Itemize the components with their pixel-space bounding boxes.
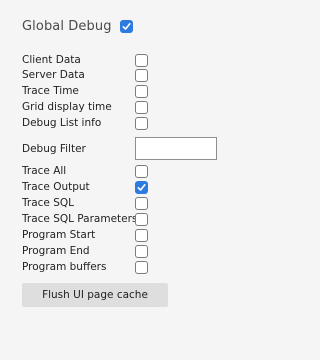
option-label: Trace Time (22, 85, 79, 97)
program-end-checkbox[interactable] (135, 244, 148, 258)
option-program-start: Program Start (22, 227, 148, 243)
flush-ui-page-cache-button[interactable]: Flush UI page cache (22, 283, 168, 307)
global-debug-checkbox[interactable] (119, 19, 133, 33)
option-trace-sql: Trace SQL (22, 195, 148, 211)
program-buffers-checkbox[interactable] (135, 260, 148, 274)
option-program-end: Program End (22, 243, 148, 259)
debug-filter-label: Debug Filter (22, 142, 86, 155)
trace-all-checkbox[interactable] (135, 164, 148, 178)
option-label: Trace SQL (22, 197, 74, 209)
option-label: Program Start (22, 229, 96, 241)
option-trace-output: Trace Output (22, 179, 148, 195)
option-label: Grid display time (22, 101, 112, 113)
checkmark-icon (122, 22, 131, 30)
program-start-checkbox[interactable] (135, 228, 148, 242)
debug-filter-row: Debug Filter (22, 137, 217, 160)
checkmark-icon (137, 183, 146, 191)
option-label: Server Data (22, 69, 85, 81)
global-debug-row: Global Debug (22, 16, 133, 36)
option-label: Debug List info (22, 117, 102, 129)
option-client-data: Client Data (22, 52, 148, 68)
trace-sql-parameters-checkbox[interactable] (135, 212, 148, 226)
debug-settings-panel: Global Debug Client Data Server Data Tra… (0, 0, 280, 360)
option-label: Trace All (22, 165, 67, 177)
grid-display-time-checkbox[interactable] (135, 100, 148, 114)
trace-sql-checkbox[interactable] (135, 196, 148, 210)
trace-time-checkbox[interactable] (135, 84, 148, 98)
global-debug-label: Global Debug (22, 18, 112, 34)
option-label: Trace Output (22, 181, 90, 193)
option-grid-display-time: Grid display time (22, 99, 148, 115)
option-trace-time: Trace Time (22, 83, 148, 99)
option-label: Client Data (22, 54, 81, 66)
client-data-checkbox[interactable] (135, 53, 148, 67)
option-program-buffers: Program buffers (22, 259, 148, 275)
option-label: Program buffers (22, 261, 107, 273)
trace-output-checkbox[interactable] (135, 180, 148, 194)
server-data-checkbox[interactable] (135, 68, 148, 82)
option-trace-sql-parameters: Trace SQL Parameters (22, 211, 148, 227)
option-label: Trace SQL Parameters (22, 213, 138, 225)
option-debug-list-info: Debug List info (22, 115, 148, 131)
option-trace-all: Trace All (22, 163, 148, 179)
option-server-data: Server Data (22, 67, 148, 83)
debug-list-info-checkbox[interactable] (135, 116, 148, 130)
debug-filter-input[interactable] (135, 137, 217, 160)
option-label: Program End (22, 245, 90, 257)
